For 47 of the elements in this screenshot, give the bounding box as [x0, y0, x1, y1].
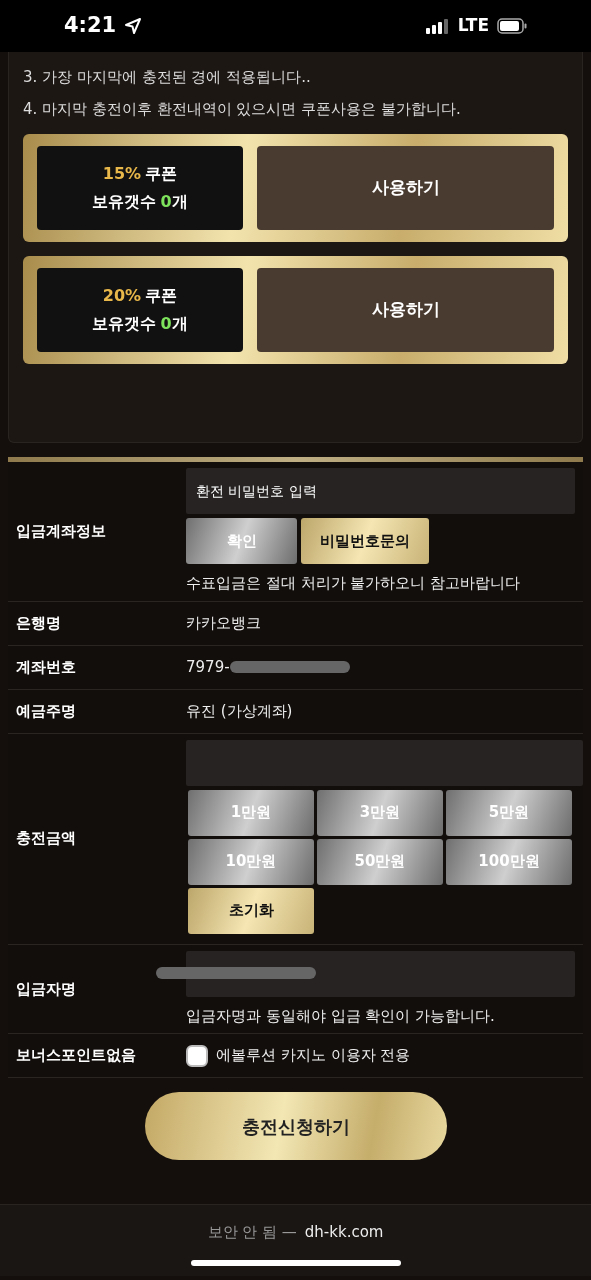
amount-button[interactable]: 10만원 — [188, 838, 314, 885]
confirm-button[interactable]: 확인 — [186, 518, 297, 564]
depositor-field[interactable] — [186, 950, 575, 997]
count-unit: 개 — [171, 191, 188, 213]
location-arrow-icon — [124, 17, 143, 35]
coupon-label: 쿠폰 — [145, 285, 178, 307]
field-value: 7979- — [186, 656, 230, 678]
notice-text: 수표입금은 절대 처리가 불가하오니 참고바랍니다 — [186, 573, 522, 594]
field-value: 카카오뱅크 — [186, 612, 261, 634]
reset-button[interactable]: 초기화 — [188, 887, 314, 934]
field-label: 입금자명 — [15, 978, 77, 1000]
field-value: 유진 (가상계좌) — [186, 700, 293, 722]
use-coupon-button[interactable]: 사용하기 — [257, 146, 554, 230]
field-label: 보너스포인트없음 — [15, 1045, 137, 1067]
network-label: LTE — [457, 14, 489, 38]
url-text[interactable]: dh-kk.com — [304, 1221, 384, 1244]
checkbox[interactable] — [186, 1044, 208, 1067]
field-label: 은행명 — [15, 612, 62, 634]
count-unit: 개 — [171, 313, 188, 335]
count-label: 보유갯수 — [92, 191, 157, 213]
security-warning: 보안 안 됨 — — [207, 1222, 297, 1243]
field-label: 계좌번호 — [15, 656, 77, 678]
notice-text: 입금자명과 동일해야 입금 확인이 가능합니다. — [186, 1005, 496, 1027]
signal-icon — [425, 18, 450, 34]
checkbox-label: 에볼루션 카지노 이용자 전용 — [216, 1045, 411, 1067]
note-text: 3. 가장 마지막에 충전된 경에 적용됩니다.. — [23, 67, 312, 88]
coupon-percent: 15% — [102, 163, 142, 185]
amount-button[interactable]: 5만원 — [446, 789, 572, 836]
count-label: 보유갯수 — [92, 313, 157, 335]
amount-button[interactable]: 3만원 — [317, 789, 443, 836]
password-inquiry-button[interactable]: 비밀번호문의 — [301, 518, 429, 564]
coupon-count: 0 — [160, 313, 172, 335]
use-coupon-button[interactable]: 사용하기 — [257, 268, 554, 352]
submit-button[interactable]: 충전신청하기 — [144, 1092, 447, 1160]
note-text: 4. 마지막 충전이후 환전내역이 있으시면 쿠폰사용은 불가합니다. — [23, 98, 462, 120]
coupon-count: 0 — [160, 191, 172, 213]
battery-icon — [497, 18, 527, 34]
amount-button[interactable]: 1만원 — [188, 789, 314, 836]
coupon-label: 쿠폰 — [145, 163, 178, 185]
clock-time: 4:21 — [64, 12, 117, 40]
amount-button[interactable]: 50만원 — [317, 838, 443, 885]
amount-button[interactable]: 100만원 — [446, 838, 572, 885]
password-field[interactable]: 환전 비밀번호 입력 — [186, 468, 575, 514]
field-label: 입금계좌정보 — [15, 521, 107, 542]
field-label: 예금주명 — [15, 700, 77, 722]
coupon-percent: 20% — [102, 285, 142, 307]
field-label: 충전금액 — [15, 828, 77, 850]
